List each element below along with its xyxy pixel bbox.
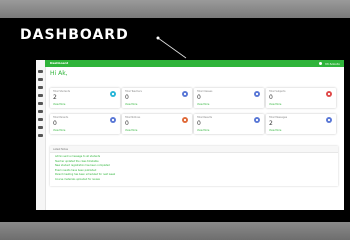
sidebar-item-home[interactable] [38, 70, 43, 73]
top-navbar: Dashboard Mr.Sokoto [45, 60, 344, 67]
stat-card[interactable]: Total Teachers 0 View More [122, 88, 192, 108]
results-icon [254, 117, 260, 123]
messages-icon [326, 117, 332, 123]
stat-card[interactable]: Total Classes 0 View More [194, 88, 264, 108]
parents-icon [110, 117, 116, 123]
note-item[interactable]: New student registration has been comple… [55, 164, 110, 167]
card-title: Total Classes [197, 90, 213, 93]
greeting: Hi Ak, [50, 70, 68, 77]
card-view-more-link[interactable]: View More [125, 103, 137, 106]
stat-card[interactable]: Total Messages 2 View More [266, 114, 336, 134]
card-title: Total Subjects [269, 90, 286, 93]
notices-icon [182, 117, 188, 123]
sidebar-item-settings[interactable] [38, 134, 43, 137]
students-icon [110, 91, 116, 97]
card-view-more-link[interactable]: View More [197, 103, 209, 106]
sidebar-item-messages[interactable] [38, 126, 43, 129]
stat-card[interactable]: Total Parents 0 View More [50, 114, 120, 134]
note-item[interactable]: Parent meeting has been scheduled for ne… [55, 173, 115, 176]
sidebar-item-courses[interactable] [38, 102, 43, 105]
card-value: 0 [269, 94, 273, 101]
note-item[interactable]: Teacher updated the class timetable [55, 160, 99, 163]
card-view-more-link[interactable]: View More [269, 103, 281, 106]
sidebar-item-results[interactable] [38, 118, 43, 121]
classes-icon [254, 91, 260, 97]
stat-card[interactable]: Total Notices 0 View More [122, 114, 192, 134]
bottom-banner-stripe [0, 222, 350, 240]
stat-card[interactable]: Total Subjects 0 View More [266, 88, 336, 108]
card-title: Total Messages [269, 116, 288, 119]
sidebar-item-classes[interactable] [38, 86, 43, 89]
card-value: 0 [125, 94, 129, 101]
note-item[interactable]: Admin sent a message to all students [55, 155, 100, 158]
stat-card[interactable]: Total Students 2 View More [50, 88, 120, 108]
stat-card[interactable]: Total Results 0 View More [194, 114, 264, 134]
notes-title: Latest Notes [53, 147, 69, 151]
card-title: Total Students [53, 90, 70, 93]
card-value: 0 [53, 120, 57, 127]
sidebar-item-notices[interactable] [38, 110, 43, 113]
card-value: 0 [197, 120, 201, 127]
notes-header: Latest Notes [50, 146, 338, 153]
card-view-more-link[interactable]: View More [269, 129, 281, 132]
user-icon[interactable] [319, 62, 322, 65]
subjects-icon [326, 91, 332, 97]
brand-title[interactable]: Dashboard [50, 61, 68, 65]
teachers-icon [182, 91, 188, 97]
card-value: 0 [197, 94, 201, 101]
card-view-more-link[interactable]: View More [197, 129, 209, 132]
note-item[interactable]: Exam results have been published [55, 169, 96, 172]
sidebar-item-users[interactable] [38, 78, 43, 81]
sidebar-item-subjects[interactable] [38, 94, 43, 97]
card-title: Total Teachers [125, 90, 142, 93]
sidebar [36, 60, 46, 210]
note-item[interactable]: Course materials uploaded for review [55, 178, 100, 181]
card-title: Total Results [197, 116, 212, 119]
card-value: 2 [53, 94, 57, 101]
card-value: 2 [269, 120, 273, 127]
card-view-more-link[interactable]: View More [125, 129, 137, 132]
card-title: Total Notices [125, 116, 141, 119]
latest-notes-panel: Latest Notes Admin sent a message to all… [50, 146, 338, 186]
card-value: 0 [125, 120, 129, 127]
card-view-more-link[interactable]: View More [53, 129, 65, 132]
dashboard-app-window: Dashboard Mr.Sokoto Hi Ak, Total Student… [36, 60, 344, 210]
card-title: Total Parents [53, 116, 69, 119]
user-name[interactable]: Mr.Sokoto [325, 62, 340, 66]
card-view-more-link[interactable]: View More [53, 103, 65, 106]
